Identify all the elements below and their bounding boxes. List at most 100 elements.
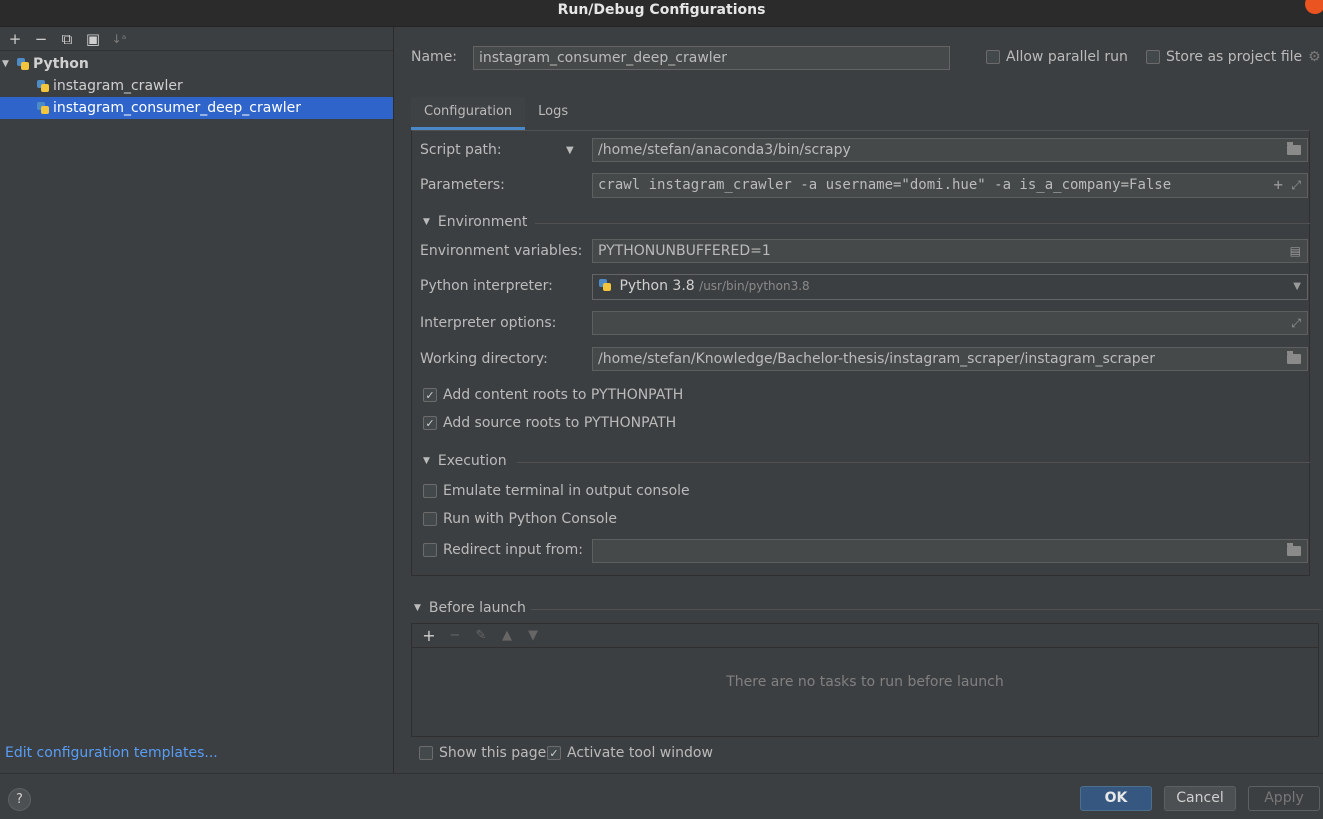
close-window-button[interactable] <box>1305 0 1323 14</box>
before-launch-task-list: There are no tasks to run before launch <box>411 647 1319 737</box>
working-dir-label: Working directory: <box>420 351 548 367</box>
before-launch-header[interactable]: ▼ Before launch <box>414 600 526 616</box>
interpreter-path: /usr/bin/python3.8 <box>699 279 810 293</box>
folder-icon[interactable] <box>1287 543 1301 556</box>
allow-parallel-label: Allow parallel run <box>1006 49 1128 65</box>
section-divider <box>531 609 1321 610</box>
gear-icon[interactable]: ⚙ <box>1308 49 1321 65</box>
content-roots-option[interactable]: ✓ Add content roots to PYTHONPATH <box>423 387 683 403</box>
edit-templates-link[interactable]: Edit configuration templates... <box>5 745 218 761</box>
expand-icon[interactable]: ⤢ <box>1291 174 1301 196</box>
sidebar: + − ⧉ ▣ ↓ᵃ ▼ Python instagram_crawler in… <box>0 27 394 773</box>
plus-icon[interactable]: + <box>1273 174 1283 196</box>
emulate-terminal-option[interactable]: Emulate terminal in output console <box>423 483 690 499</box>
config-editor: Name: instagram_consumer_deep_crawler Al… <box>395 27 1323 773</box>
move-up-icon: ▲ <box>502 628 512 643</box>
interpreter-name: Python 3.8 <box>619 278 695 294</box>
script-type-dropdown-icon[interactable]: ▼ <box>566 145 574 156</box>
activate-tool-label: Activate tool window <box>567 745 713 761</box>
tree-group-label: Python <box>33 56 89 72</box>
interpreter-select[interactable]: Python 3.8 /usr/bin/python3.8 ▼ <box>592 274 1308 300</box>
help-button[interactable]: ? <box>8 788 31 811</box>
add-task-icon[interactable]: + <box>416 626 442 645</box>
show-page-option[interactable]: Show this page <box>419 745 546 761</box>
expand-icon[interactable]: ⤢ <box>1291 312 1301 334</box>
chevron-down-icon[interactable]: ▼ <box>1293 276 1301 298</box>
add-icon[interactable]: + <box>2 28 28 50</box>
source-roots-option[interactable]: ✓ Add source roots to PYTHONPATH <box>423 415 676 431</box>
redirect-input-option[interactable]: Redirect input from: <box>423 542 583 558</box>
python-console-checkbox[interactable] <box>423 512 437 526</box>
environment-section-label: Environment <box>437 214 528 230</box>
python-console-label: Run with Python Console <box>443 511 618 527</box>
working-dir-field[interactable]: /home/stefan/Knowledge/Bachelor-thesis/i… <box>592 347 1308 371</box>
env-vars-field[interactable]: PYTHONUNBUFFERED=1 ▤ <box>592 239 1308 263</box>
tab-configuration[interactable]: Configuration <box>411 97 526 130</box>
environment-section-header[interactable]: ▼ Environment <box>423 214 527 230</box>
section-divider <box>517 462 1310 463</box>
tab-bar: Configuration Logs <box>411 97 581 130</box>
name-label: Name: <box>411 49 458 65</box>
env-vars-label: Environment variables: <box>420 243 583 259</box>
folder-icon[interactable] <box>1287 351 1301 364</box>
collapse-arrow-icon[interactable]: ▼ <box>423 217 430 227</box>
content-roots-checkbox[interactable]: ✓ <box>423 388 437 402</box>
tree-item-instagram-consumer-deep-crawler[interactable]: instagram_consumer_deep_crawler <box>0 97 393 119</box>
parameters-value: crawl instagram_crawler -a username="dom… <box>598 177 1172 193</box>
script-path-field[interactable]: /home/stefan/anaconda3/bin/scrapy <box>592 138 1308 162</box>
activate-tool-option[interactable]: ✓ Activate tool window <box>547 745 713 761</box>
parameters-label: Parameters: <box>420 177 505 193</box>
tree-item-instagram-crawler[interactable]: instagram_crawler <box>0 75 393 97</box>
copy-icon[interactable]: ⧉ <box>54 28 80 50</box>
window-title: Run/Debug Configurations <box>557 2 766 18</box>
document-icon[interactable]: ▤ <box>1290 240 1301 262</box>
allow-parallel-checkbox[interactable] <box>986 50 1000 64</box>
python-icon <box>36 101 50 115</box>
python-console-option[interactable]: Run with Python Console <box>423 511 617 527</box>
redirect-input-label: Redirect input from: <box>443 542 583 558</box>
collapse-arrow-icon[interactable]: ▼ <box>414 603 421 613</box>
source-roots-checkbox[interactable]: ✓ <box>423 416 437 430</box>
tab-logs[interactable]: Logs <box>525 97 581 130</box>
store-project-label: Store as project file <box>1166 49 1303 65</box>
ok-button[interactable]: OK <box>1080 786 1152 811</box>
remove-icon[interactable]: − <box>28 28 54 50</box>
interpreter-options-field[interactable]: ⤢ <box>592 311 1308 335</box>
folder-add-icon[interactable]: ▣ <box>80 28 106 50</box>
store-project-checkbox[interactable] <box>1146 50 1160 64</box>
script-path-label: Script path: <box>420 142 502 158</box>
execution-section-header[interactable]: ▼ Execution <box>423 453 507 469</box>
redirect-input-checkbox[interactable] <box>423 543 437 557</box>
allow-parallel-run[interactable]: Allow parallel run <box>986 49 1128 65</box>
python-icon <box>16 57 30 71</box>
title-bar: Run/Debug Configurations <box>0 0 1323 27</box>
remove-task-icon: − <box>449 628 461 643</box>
store-project-file[interactable]: Store as project file ⚙ <box>1146 49 1321 65</box>
script-path-value: /home/stefan/anaconda3/bin/scrapy <box>598 142 851 158</box>
show-page-checkbox[interactable] <box>419 746 433 760</box>
execution-section-label: Execution <box>437 453 507 469</box>
dialog-footer: ? OK Cancel Apply <box>0 773 1323 819</box>
before-launch-label: Before launch <box>428 600 526 616</box>
collapse-arrow-icon[interactable]: ▼ <box>423 456 430 466</box>
python-icon <box>36 79 50 93</box>
sort-icon[interactable]: ↓ᵃ <box>106 28 132 50</box>
source-roots-label: Add source roots to PYTHONPATH <box>443 415 677 431</box>
tree-group-python[interactable]: ▼ Python <box>0 53 393 75</box>
section-divider <box>535 223 1310 224</box>
env-vars-value: PYTHONUNBUFFERED=1 <box>598 243 771 259</box>
expand-arrow-icon[interactable]: ▼ <box>2 59 16 69</box>
folder-icon[interactable] <box>1287 142 1301 155</box>
name-input[interactable]: instagram_consumer_deep_crawler <box>473 46 950 70</box>
activate-tool-checkbox[interactable]: ✓ <box>547 746 561 760</box>
parameters-field[interactable]: crawl instagram_crawler -a username="dom… <box>592 173 1308 198</box>
cancel-button[interactable]: Cancel <box>1164 786 1236 811</box>
working-dir-value: /home/stefan/Knowledge/Bachelor-thesis/i… <box>598 351 1156 367</box>
apply-button[interactable]: Apply <box>1248 786 1320 811</box>
emulate-terminal-checkbox[interactable] <box>423 484 437 498</box>
before-launch-toolbar: + − ✎ ▲ ▼ <box>411 623 1319 647</box>
redirect-input-field[interactable] <box>592 539 1308 563</box>
empty-tasks-message: There are no tasks to run before launch <box>726 674 1004 690</box>
sidebar-toolbar: + − ⧉ ▣ ↓ᵃ <box>0 27 393 51</box>
tree-item-label: instagram_consumer_deep_crawler <box>53 100 302 116</box>
